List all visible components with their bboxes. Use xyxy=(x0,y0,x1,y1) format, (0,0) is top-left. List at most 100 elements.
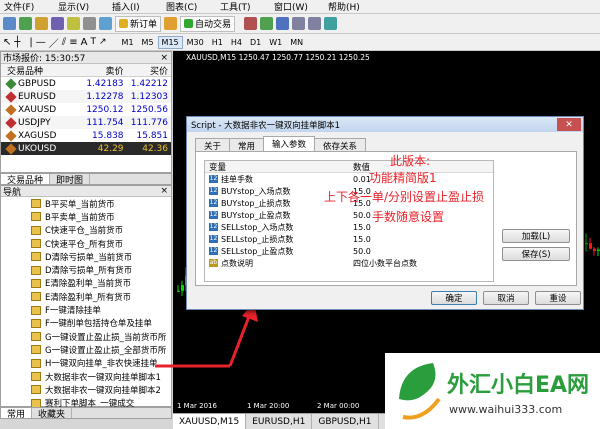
close-icon[interactable]: × xyxy=(160,186,171,196)
chart-tab[interactable]: XAUUSD,M15 xyxy=(173,414,247,429)
bar-chart-icon[interactable] xyxy=(244,17,258,30)
trendline-icon[interactable]: ／ xyxy=(49,35,59,50)
parameter-value[interactable]: 50.0 xyxy=(350,247,371,256)
navigator-item[interactable]: E清除盈利单_所有货币 xyxy=(1,290,171,303)
profiles-icon[interactable] xyxy=(19,17,32,30)
column-header-symbol[interactable]: 交易品种 xyxy=(1,64,80,77)
navigator-item[interactable]: G一键设置止盈止损_当前货币所 xyxy=(1,330,171,343)
menu-item-0[interactable]: 文件(F) xyxy=(4,0,58,13)
strategy-tester-icon[interactable] xyxy=(99,17,112,30)
close-icon[interactable]: × xyxy=(160,53,171,63)
menu-item-5[interactable]: 窗口(W) xyxy=(274,0,328,13)
close-button[interactable]: ✕ xyxy=(557,118,581,131)
menu-item-2[interactable]: 插入(I) xyxy=(112,0,166,13)
timeframe-d1[interactable]: D1 xyxy=(246,36,265,49)
menu-item-6[interactable]: 帮助(H) xyxy=(328,0,382,13)
cursor-icon[interactable]: ↖ xyxy=(3,37,11,48)
annotation-line-4: 手数随意设置 xyxy=(372,210,445,224)
terminal-icon[interactable] xyxy=(83,17,96,30)
candles-icon[interactable] xyxy=(260,17,274,30)
metaeditor-icon[interactable] xyxy=(164,17,178,30)
menu-item-3[interactable]: 图表(C) xyxy=(166,0,220,13)
parameter-value[interactable]: 15.0 xyxy=(350,235,371,244)
parameter-name: 点数说明 xyxy=(221,258,253,268)
channel-icon[interactable]: ⫽ xyxy=(62,37,66,48)
menu-item-4[interactable]: 工具(T) xyxy=(220,0,274,13)
timeframe-m5[interactable]: M5 xyxy=(138,36,158,49)
text-tool-icon[interactable]: A xyxy=(81,37,88,48)
parameter-row[interactable]: 12 挂单手数 0.01 xyxy=(205,173,493,185)
parameter-value[interactable]: 50.0 xyxy=(350,211,371,220)
crosshair-icon[interactable]: ┼ xyxy=(14,37,20,48)
tab-common[interactable]: 常用 xyxy=(1,408,33,420)
navigator-icon[interactable] xyxy=(67,17,80,30)
parameter-row[interactable]: 12 SELLstop_止盈点数 50.0 xyxy=(205,245,493,257)
cancel-button[interactable]: 取消 xyxy=(483,291,529,305)
fibonacci-icon[interactable]: ≡ xyxy=(69,37,77,48)
navigator-item[interactable]: B平买单_当前货币 xyxy=(1,197,171,210)
arrow-tool-icon[interactable]: ↗ xyxy=(99,37,107,47)
column-header-ask[interactable]: 买价 xyxy=(126,64,171,77)
data-window-icon[interactable] xyxy=(51,17,64,30)
tile-icon[interactable] xyxy=(324,17,338,30)
parameter-row[interactable]: 12 SELLstop_入场点数 15.0 xyxy=(205,221,493,233)
timeframe-mn[interactable]: MN xyxy=(286,36,307,49)
parameter-value[interactable]: 四位小数平台点数 xyxy=(350,258,417,269)
load-button[interactable]: 加载(L) xyxy=(502,229,570,243)
zoom-in-icon[interactable] xyxy=(292,17,306,30)
parameter-value[interactable]: 15.0 xyxy=(350,223,371,232)
timeframe-w1[interactable]: W1 xyxy=(265,36,286,49)
navigator-item[interactable]: G一键设置止盈止损_全部货币所 xyxy=(1,343,171,356)
timeframe-m30[interactable]: M30 xyxy=(183,36,208,49)
script-icon xyxy=(31,278,41,288)
line-chart-icon[interactable] xyxy=(276,17,290,30)
new-chart-icon[interactable] xyxy=(3,17,16,30)
timeframe-h4[interactable]: H4 xyxy=(227,36,246,49)
chart-tab[interactable]: GBPUSD,H1 xyxy=(312,414,379,429)
reset-button[interactable]: 重设 xyxy=(535,291,581,305)
market-row[interactable]: USDJPY 111.754 111.776 xyxy=(1,116,171,129)
arrow-line-diagonal xyxy=(228,313,252,367)
vertical-line-icon[interactable]: | xyxy=(29,37,32,48)
navigator-item[interactable]: C快速平仓_当前货币 xyxy=(1,224,171,237)
zoom-out-icon[interactable] xyxy=(308,17,322,30)
horizontal-line-icon[interactable]: — xyxy=(36,37,46,48)
market-row[interactable]: XAGUSD 15.838 15.851 xyxy=(1,129,171,142)
navigator-item[interactable]: B平卖单_当前货币 xyxy=(1,210,171,223)
navigator-item[interactable]: C快速平仓_所有货币 xyxy=(1,237,171,250)
market-row[interactable]: GBPUSD 1.42183 1.42212 xyxy=(1,77,171,90)
column-header-bid[interactable]: 卖价 xyxy=(80,64,125,77)
navigator-item[interactable]: D清除亏损单_所有货币 xyxy=(1,263,171,276)
parameter-row[interactable]: 12 BUYstop_止盈点数 50.0 xyxy=(205,209,493,221)
parameter-value[interactable]: 0.01 xyxy=(350,175,371,184)
market-row[interactable]: EURUSD 1.12278 1.12303 xyxy=(1,90,171,103)
timeframe-m15[interactable]: M15 xyxy=(157,35,183,49)
tab-tick-chart[interactable]: 即时图 xyxy=(50,174,91,186)
market-row[interactable]: XAUUSD 1250.12 1250.56 xyxy=(1,103,171,116)
navigator-item[interactable]: F一键削单包括持仓单及挂单 xyxy=(1,317,171,330)
auto-trading-button[interactable]: 自动交易 xyxy=(180,15,236,32)
symbol-name: GBPUSD xyxy=(18,78,56,89)
timeframe-h1[interactable]: H1 xyxy=(208,36,227,49)
parameter-row[interactable]: 12 SELLstop_止损点数 15.0 xyxy=(205,233,493,245)
tab-symbols[interactable]: 交易品种 xyxy=(1,174,51,186)
market-row[interactable]: UKOUSD 42.29 42.36 xyxy=(1,142,171,155)
navigator-item[interactable]: H一键双向挂单_非农快速挂单 xyxy=(1,357,171,370)
navigator-item[interactable]: E清除盈利单_当前货币 xyxy=(1,277,171,290)
chart-tab[interactable]: EURUSD,H1 xyxy=(246,414,313,429)
menu-item-1[interactable]: 显示(V) xyxy=(58,0,112,13)
parameter-type-icon: 12 xyxy=(209,199,218,207)
navigator-item[interactable]: F一键清除挂单 xyxy=(1,303,171,316)
navigator-item[interactable]: 大数据非农一键双向挂单脚本1 xyxy=(1,369,171,384)
market-watch-icon[interactable] xyxy=(35,17,48,30)
timeframe-m1[interactable]: M1 xyxy=(118,36,138,49)
navigator-item[interactable]: D清除亏损单_当前货币 xyxy=(1,250,171,263)
save-button[interactable]: 保存(S) xyxy=(502,247,570,261)
ok-button[interactable]: 确定 xyxy=(431,291,477,305)
parameter-row[interactable]: ab 点数说明 四位小数平台点数 xyxy=(205,257,493,269)
navigator-item[interactable]: 大数据非农一键双向挂单脚本2 xyxy=(1,383,171,397)
timeframe-bar: M1 M5 M15 M30 H1 H4 D1 W1 MN xyxy=(118,35,308,49)
new-order-button[interactable]: 新订单 xyxy=(115,15,162,32)
label-tool-icon[interactable]: T xyxy=(91,37,97,47)
tab-favorites[interactable]: 收藏夹 xyxy=(32,408,73,420)
